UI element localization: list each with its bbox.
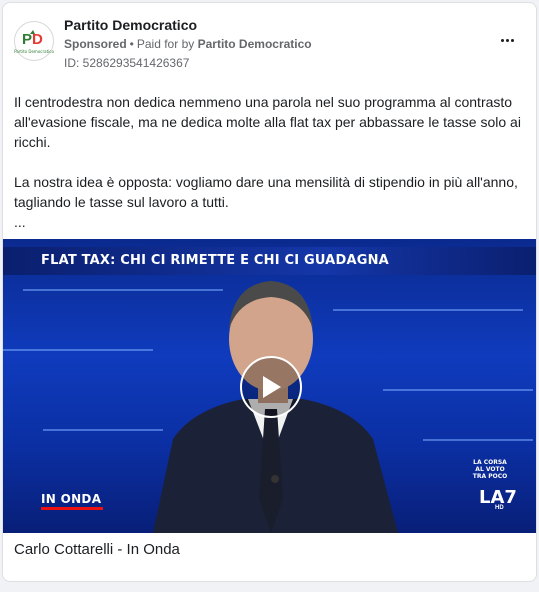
paid-for-by-name: Partito Democratico	[197, 37, 312, 51]
more-horizontal-icon	[501, 38, 504, 42]
video-player[interactable]: FLAT TAX: CHI CI RIMETTE E CHI CI GUADAG…	[3, 239, 536, 533]
video-caption[interactable]: Carlo Cottarelli - In Onda	[14, 541, 180, 558]
page-avatar[interactable]: P D Partito Democratico	[14, 21, 54, 61]
more-options-button[interactable]	[501, 33, 514, 47]
play-button[interactable]	[240, 356, 302, 418]
body-paragraph-1: Il centrodestra non dedica nemmeno una p…	[14, 94, 521, 150]
pd-logo-icon: P D	[22, 30, 43, 48]
page-name[interactable]: Partito Democratico	[64, 17, 197, 33]
ad-body-text: Il centrodestra non dedica nemmeno una p…	[14, 92, 529, 232]
ad-header: P D Partito Democratico Partito Democrat…	[3, 3, 536, 83]
sponsor-line: Sponsored • Paid for by Partito Democratic…	[64, 37, 312, 51]
corner-promo: LA CORSA AL VOTO TRA POCO	[472, 459, 508, 480]
show-logo: IN ONDA	[41, 492, 102, 506]
sponsored-label: Sponsored	[64, 37, 127, 51]
ad-card: P D Partito Democratico Partito Democrat…	[2, 2, 537, 582]
channel-hd-label: HD	[495, 505, 504, 511]
see-more-ellipsis[interactable]: ...	[14, 212, 529, 232]
separator-dot: •	[129, 37, 134, 51]
body-paragraph-2: La nostra idea è opposta: vogliamo dare …	[14, 174, 518, 210]
play-icon	[263, 376, 281, 398]
paid-for-prefix: Paid for by	[136, 37, 195, 51]
ad-id: ID: 5286293541426367	[64, 56, 190, 70]
avatar-logo-text: Partito Democratico	[14, 49, 54, 54]
